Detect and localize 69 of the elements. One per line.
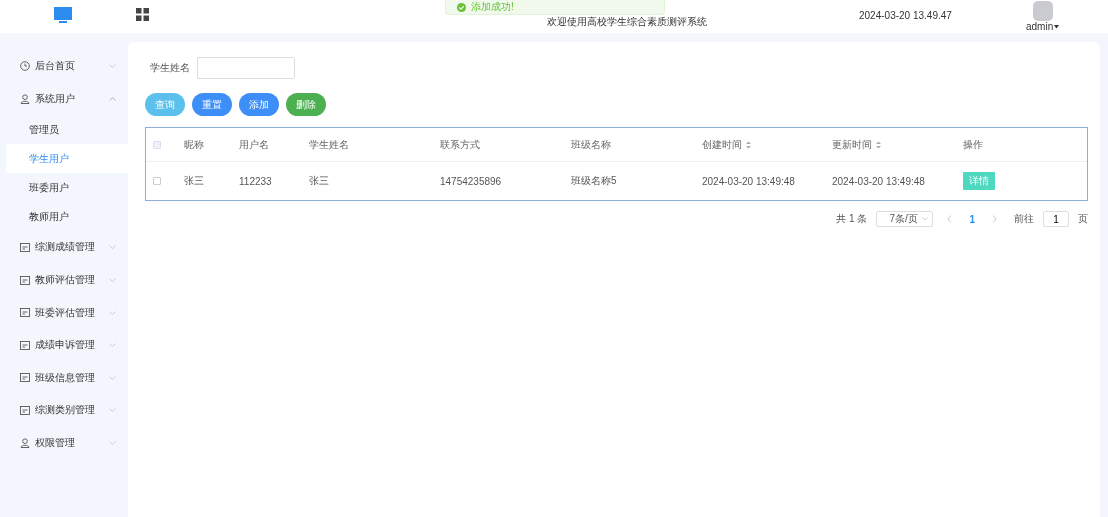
table-cell: 112233 (239, 175, 272, 187)
page-suffix: 页 (1078, 212, 1088, 226)
document-icon (20, 373, 30, 383)
table-cell: 2024-03-20 13:49:48 (832, 175, 925, 187)
document-icon (20, 308, 30, 318)
column-header: 学生姓名 (309, 137, 349, 152)
chevron-down-icon (109, 441, 116, 446)
column-header: 昵称 (184, 137, 204, 152)
submenu-item[interactable]: 教师用户 (0, 202, 128, 232)
column-header: 班级名称 (571, 137, 611, 152)
document-icon (20, 275, 30, 285)
document-icon (20, 405, 30, 415)
document-icon (20, 340, 30, 350)
chevron-down-icon (922, 217, 929, 221)
menu-item[interactable]: 系统用户 (0, 82, 128, 116)
document-icon (20, 243, 30, 252)
header-title: 欢迎使用高校学生综合素质测评系统 (547, 16, 707, 28)
input-field[interactable] (197, 57, 295, 79)
chevron-down-icon (109, 408, 116, 413)
goto-label: 前往 (1014, 212, 1034, 226)
monitor-icon (53, 7, 73, 24)
grid-menu-icon[interactable] (136, 8, 149, 21)
caret-icon (1054, 24, 1060, 29)
user-icon (20, 93, 30, 104)
datetime: 2024-03-20 13.49.47 (859, 10, 952, 21)
table-cell: 张三 (309, 174, 329, 188)
column-header: 更新时间 (832, 137, 872, 152)
menu-item[interactable]: 教师评估管理 (0, 263, 128, 297)
page-input[interactable]: 1 (1043, 211, 1069, 227)
sort-icon[interactable] (876, 140, 881, 149)
check-icon (457, 2, 466, 12)
chevron-down-icon (109, 278, 116, 283)
user-icon (20, 438, 30, 449)
table-cell: 班级名称5 (571, 174, 617, 188)
field-label: 学生姓名 (150, 61, 190, 75)
checkbox[interactable] (153, 177, 161, 185)
submenu-item[interactable]: 学生用户 (6, 144, 128, 174)
submenu-item[interactable]: 管理员 (0, 115, 128, 145)
chevron-down-icon (109, 310, 116, 315)
table-cell: 14754235896 (440, 175, 502, 187)
table-cell: 2024-03-20 13:49:48 (702, 175, 795, 187)
column-header: 创建时间 (702, 137, 742, 152)
toast-message: 添加成功! (471, 0, 514, 14)
menu-item[interactable]: 成绩申诉管理 (0, 328, 128, 362)
submenu-item[interactable]: 班委用户 (0, 173, 128, 203)
avatar[interactable] (1032, 1, 1053, 21)
chevron-down-icon (109, 375, 116, 380)
clock-icon (20, 61, 30, 72)
page-size-select[interactable]: 7条/页 (876, 211, 934, 227)
chevron-down-icon (109, 64, 116, 69)
checkbox[interactable] (153, 140, 161, 149)
menu-item[interactable]: 综测类别管理 (0, 394, 128, 427)
column-header: 用户名 (239, 137, 269, 152)
menu-item[interactable]: 后台首页 (0, 50, 128, 83)
menu-item[interactable]: 班委评估管理 (0, 296, 128, 329)
chevron-up-icon (109, 96, 116, 101)
sort-icon[interactable] (746, 140, 751, 149)
table-cell: 张三 (184, 174, 204, 188)
next-page-icon[interactable] (992, 215, 997, 223)
chevron-down-icon (109, 343, 116, 348)
menu-item[interactable]: 班级信息管理 (0, 361, 128, 395)
column-header: 操作 (963, 137, 983, 152)
menu-item[interactable]: 权限管理 (0, 426, 128, 460)
total-count: 共 1 条 (836, 212, 868, 226)
chevron-down-icon (109, 245, 116, 250)
menu-item[interactable]: 综测成绩管理 (0, 231, 128, 264)
column-header: 联系方式 (440, 137, 480, 152)
user-menu[interactable]: admin (1026, 21, 1060, 32)
previous-page-icon[interactable] (947, 215, 953, 223)
